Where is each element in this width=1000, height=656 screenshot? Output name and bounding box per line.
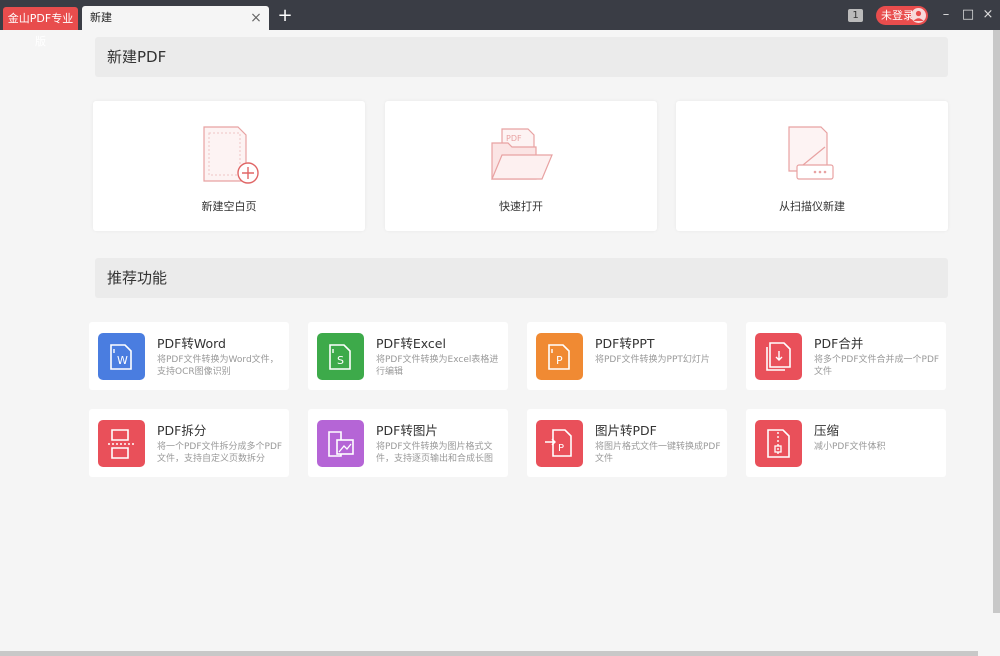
feature-compress[interactable]: 压缩 减小PDF文件体积	[746, 409, 946, 477]
quick-open-card[interactable]: PDF 快速打开	[385, 101, 657, 231]
feature-desc: 将PDF文件转换为PPT幻灯片	[595, 355, 710, 365]
title-bar: 金山PDF专业版 新建 × + 1 未登录 – □ ×	[0, 0, 1000, 48]
feature-title: PDF转PPT	[595, 336, 655, 351]
login-button[interactable]: 未登录	[876, 6, 928, 25]
feature-title: PDF转Word	[157, 336, 226, 351]
feature-desc: 将一个PDF文件拆分成多个PDF文件，支持自定义页数拆分	[157, 442, 283, 464]
feature-pdf-to-image[interactable]: PDF转图片 将PDF文件转换为图片格式文件，支持逐页输出和合成长图	[308, 409, 508, 477]
blank-page-plus-icon	[194, 125, 264, 187]
feature-desc: 将PDF文件转换为Excel表格进行编辑	[376, 355, 499, 377]
feature-pdf-to-ppt[interactable]: P PDF转PPT 将PDF文件转换为PPT幻灯片	[527, 322, 727, 390]
feature-title: PDF转Excel	[376, 336, 446, 351]
login-label: 未登录	[881, 9, 914, 22]
split-icon	[98, 420, 145, 467]
close-icon[interactable]: ×	[249, 6, 263, 30]
avatar-icon	[911, 8, 926, 23]
merge-icon	[755, 333, 802, 380]
feature-pdf-merge[interactable]: PDF合并 将多个PDF文件合并成一个PDF文件	[746, 322, 946, 390]
compress-icon	[755, 420, 802, 467]
close-window-button[interactable]: ×	[980, 7, 996, 23]
excel-icon: S	[317, 333, 364, 380]
scanner-new-card[interactable]: 从扫描仪新建	[676, 101, 948, 231]
minimize-button[interactable]: –	[938, 7, 954, 23]
svg-text:P: P	[556, 354, 563, 367]
scanner-icon	[777, 125, 847, 187]
feature-pdf-to-word[interactable]: W PDF转Word 将PDF文件转换为Word文件，支持OCR图像识别	[89, 322, 289, 390]
tab-new[interactable]: 新建 ×	[82, 6, 269, 30]
vertical-scrollbar[interactable]	[993, 30, 1000, 613]
svg-text:W: W	[117, 354, 128, 367]
ppt-icon: P	[536, 333, 583, 380]
svg-text:S: S	[337, 354, 344, 367]
notification-badge[interactable]: 1	[848, 9, 863, 22]
feature-desc: 将PDF文件转换为图片格式文件，支持逐页输出和合成长图	[376, 442, 494, 464]
feature-desc: 将图片格式文件一键转换成PDF文件	[595, 442, 721, 464]
feature-title: PDF拆分	[157, 423, 207, 438]
svg-text:P: P	[558, 443, 564, 454]
section-title-new-pdf: 新建PDF	[95, 37, 948, 77]
feature-title: PDF合并	[814, 336, 864, 351]
feature-desc: 减小PDF文件体积	[814, 442, 886, 452]
feature-title: 压缩	[814, 423, 840, 438]
word-icon: W	[98, 333, 145, 380]
open-folder-icon: PDF	[486, 125, 556, 187]
horizontal-scrollbar[interactable]	[0, 651, 978, 656]
tab-label: 新建	[90, 11, 112, 24]
feature-desc: 将多个PDF文件合并成一个PDF文件	[814, 355, 940, 377]
feature-desc: 将PDF文件转换为Word文件，支持OCR图像识别	[157, 355, 279, 377]
card-label: 快速打开	[499, 200, 543, 213]
feature-image-to-pdf[interactable]: P 图片转PDF 将图片格式文件一键转换成PDF文件	[527, 409, 727, 477]
feature-title: 图片转PDF	[595, 423, 657, 438]
image-to-pdf-icon: P	[536, 420, 583, 467]
feature-pdf-to-excel[interactable]: S PDF转Excel 将PDF文件转换为Excel表格进行编辑	[308, 322, 508, 390]
image-icon	[317, 420, 364, 467]
card-label: 从扫描仪新建	[779, 200, 845, 213]
maximize-button[interactable]: □	[960, 7, 976, 23]
svg-text:PDF: PDF	[506, 134, 522, 143]
feature-pdf-split[interactable]: PDF拆分 将一个PDF文件拆分成多个PDF文件，支持自定义页数拆分	[89, 409, 289, 477]
feature-title: PDF转图片	[376, 423, 438, 438]
brand-tab[interactable]: 金山PDF专业版	[3, 7, 78, 48]
section-title-recommended: 推荐功能	[95, 258, 948, 298]
new-blank-page-card[interactable]: 新建空白页	[93, 101, 365, 231]
new-tab-button[interactable]: +	[276, 6, 294, 26]
card-label: 新建空白页	[201, 200, 257, 213]
